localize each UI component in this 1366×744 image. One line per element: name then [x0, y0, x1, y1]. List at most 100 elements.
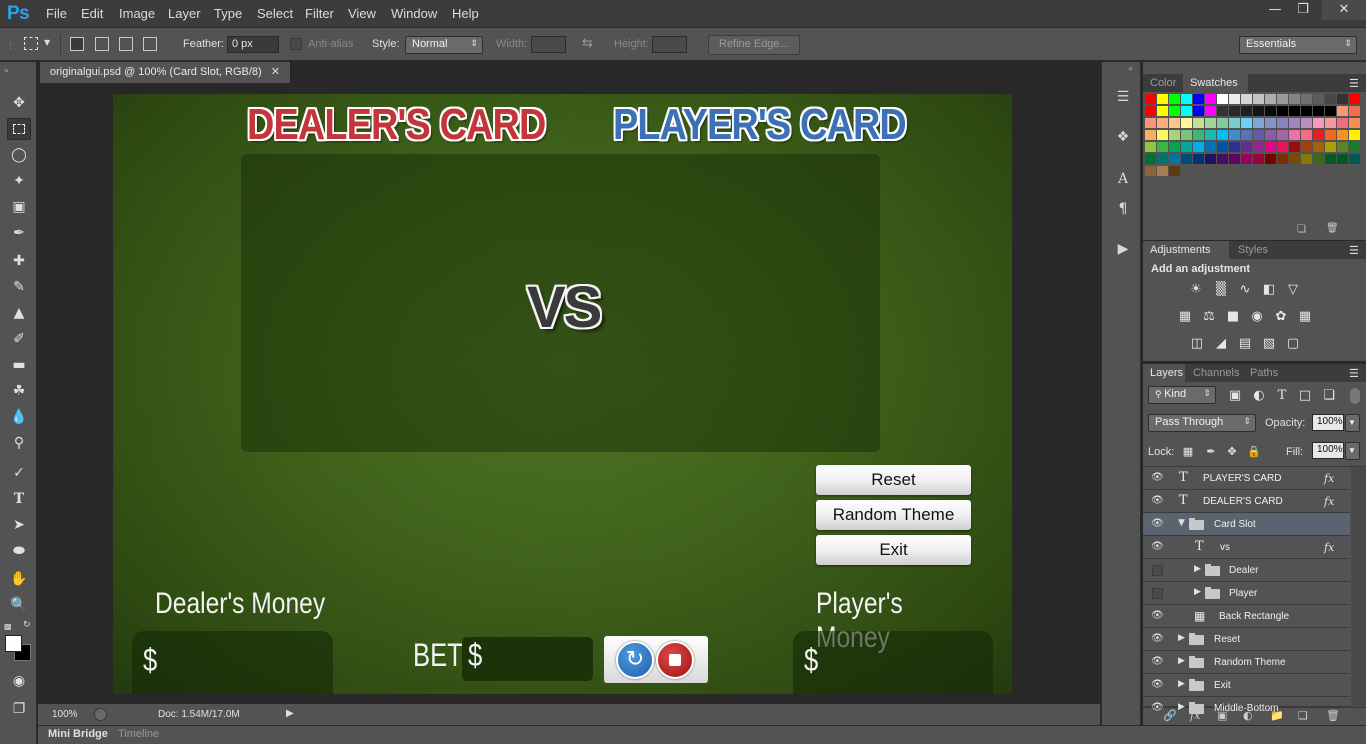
filter-smart-object-icon[interactable]: ❏	[1321, 388, 1337, 404]
visibility-eye-icon[interactable]: 👁	[1151, 633, 1165, 645]
color-swatch[interactable]	[1277, 142, 1288, 152]
color-swatch[interactable]	[1181, 154, 1192, 164]
tab-color[interactable]: Color	[1150, 77, 1176, 89]
layer-filter-select[interactable]: ⚲ Kind ⇕	[1148, 386, 1216, 404]
layer-row[interactable]: 👁 ▶ Exit	[1143, 674, 1350, 697]
color-swatch[interactable]	[1157, 118, 1168, 128]
vibrance-icon[interactable]: ▽	[1285, 282, 1301, 298]
tab-paths[interactable]: Paths	[1250, 367, 1278, 379]
color-swatch[interactable]	[1217, 106, 1228, 116]
tab-mini-bridge[interactable]: Mini Bridge	[48, 728, 108, 740]
opacity-input[interactable]: 100%	[1312, 414, 1344, 431]
color-swatch[interactable]	[1169, 154, 1180, 164]
color-swatch[interactable]	[1277, 154, 1288, 164]
color-swatch[interactable]	[1205, 118, 1216, 128]
color-swatch[interactable]	[1349, 118, 1360, 128]
new-selection-icon[interactable]	[70, 37, 84, 51]
collapsed-triangle-icon[interactable]: ▶	[1194, 564, 1201, 574]
color-swatch[interactable]	[1193, 106, 1204, 116]
color-swatch[interactable]	[1265, 118, 1276, 128]
color-swatch[interactable]	[1229, 154, 1240, 164]
dodge-tool-icon[interactable]: ⚲	[7, 432, 31, 454]
color-swatch[interactable]	[1313, 130, 1324, 140]
color-swatch[interactable]	[1277, 118, 1288, 128]
invert-icon[interactable]: ◫	[1189, 336, 1205, 352]
tab-styles[interactable]: Styles	[1238, 244, 1268, 256]
color-swatch[interactable]	[1229, 142, 1240, 152]
color-swatch[interactable]	[1229, 94, 1240, 104]
blur-tool-icon[interactable]: 💧	[7, 406, 31, 428]
pen-tool-icon[interactable]: ✓	[7, 462, 31, 484]
color-swatch[interactable]	[1169, 166, 1180, 176]
color-swatch[interactable]	[1157, 142, 1168, 152]
color-swatch[interactable]	[1313, 106, 1324, 116]
color-swatch[interactable]	[1301, 118, 1312, 128]
color-swatch[interactable]	[1325, 118, 1336, 128]
color-swatch[interactable]	[1265, 142, 1276, 152]
color-swatch[interactable]	[1145, 130, 1156, 140]
brightness-icon[interactable]: ☀	[1188, 282, 1204, 298]
color-swatch[interactable]	[1253, 130, 1264, 140]
color-swatch[interactable]	[1253, 142, 1264, 152]
add-selection-icon[interactable]	[95, 37, 109, 51]
color-swatch[interactable]	[1169, 106, 1180, 116]
color-swatch[interactable]	[1325, 94, 1336, 104]
color-swatch[interactable]	[1241, 154, 1252, 164]
color-swatch[interactable]	[1313, 154, 1324, 164]
color-swatch[interactable]	[1253, 106, 1264, 116]
clone-stamp-tool-icon[interactable]: ▲	[7, 302, 31, 324]
gradient-map-icon[interactable]: ▧	[1261, 336, 1277, 352]
color-swatch[interactable]	[1145, 94, 1156, 104]
properties-panel-icon[interactable]: ❖	[1114, 128, 1132, 146]
brush-tool-icon[interactable]: ✎	[7, 276, 31, 298]
visibility-eye-icon[interactable]: 👁	[1151, 541, 1165, 553]
layer-row[interactable]: 👁 T DEALER'S CARD fx	[1143, 490, 1350, 513]
history-panel-icon[interactable]: ☰	[1114, 88, 1132, 106]
color-swatch[interactable]	[1325, 106, 1336, 116]
color-swatch[interactable]	[1181, 118, 1192, 128]
color-swatch[interactable]	[1337, 130, 1348, 140]
color-swatch[interactable]	[1301, 130, 1312, 140]
color-swatch[interactable]	[1265, 106, 1276, 116]
paragraph-panel-icon[interactable]: ¶	[1114, 200, 1132, 218]
layer-row[interactable]: 👁 ▶ Reset	[1143, 628, 1350, 651]
tab-adjustments[interactable]: Adjustments	[1150, 244, 1211, 256]
color-swatch[interactable]	[1337, 154, 1348, 164]
quick-mask-icon[interactable]: ◉	[7, 670, 31, 692]
color-swatch[interactable]	[1169, 130, 1180, 140]
link-layers-icon[interactable]: 🔗	[1163, 709, 1177, 722]
color-swatch[interactable]	[1241, 94, 1252, 104]
color-swatch[interactable]	[1289, 154, 1300, 164]
color-swatch[interactable]	[1241, 142, 1252, 152]
actions-play-icon[interactable]: ▶	[1114, 240, 1132, 258]
color-swatch[interactable]	[1181, 106, 1192, 116]
color-swatch[interactable]	[1337, 106, 1348, 116]
quick-select-tool-icon[interactable]: ✦	[7, 170, 31, 192]
menu-filter[interactable]: Filter	[305, 6, 334, 21]
zoom-level[interactable]: 100%	[52, 709, 78, 720]
color-swatch[interactable]	[1289, 130, 1300, 140]
layer-row[interactable]: 👁 ▶ Random Theme	[1143, 651, 1350, 674]
collapsed-triangle-icon[interactable]: ▶	[1178, 679, 1185, 689]
marquee-tool-icon[interactable]	[7, 118, 31, 140]
lock-all-icon[interactable]: 🔒	[1246, 444, 1262, 460]
color-swatch[interactable]	[1301, 106, 1312, 116]
tab-layers[interactable]: Layers	[1150, 367, 1183, 379]
color-swatch[interactable]	[1241, 106, 1252, 116]
color-swatch[interactable]	[1337, 94, 1348, 104]
color-swatch[interactable]	[1289, 94, 1300, 104]
color-swatch[interactable]	[1169, 142, 1180, 152]
color-swatch[interactable]	[1349, 130, 1360, 140]
workspace-select[interactable]: Essentials ⇕	[1239, 36, 1357, 54]
preset-dropdown-icon[interactable]: ▼	[44, 38, 50, 47]
restore-icon[interactable]: ❐	[1288, 0, 1318, 20]
ellipse-tool-icon[interactable]: ⬬	[7, 540, 31, 562]
menu-select[interactable]: Select	[257, 6, 293, 21]
color-swatch[interactable]	[1337, 142, 1348, 152]
curves-icon[interactable]: ∿	[1237, 282, 1253, 298]
color-swatch[interactable]	[1265, 154, 1276, 164]
color-swatch[interactable]	[1157, 154, 1168, 164]
opacity-dropdown[interactable]: ▼	[1345, 414, 1360, 432]
healing-brush-tool-icon[interactable]: ✚	[7, 250, 31, 272]
color-swatch[interactable]	[1205, 130, 1216, 140]
